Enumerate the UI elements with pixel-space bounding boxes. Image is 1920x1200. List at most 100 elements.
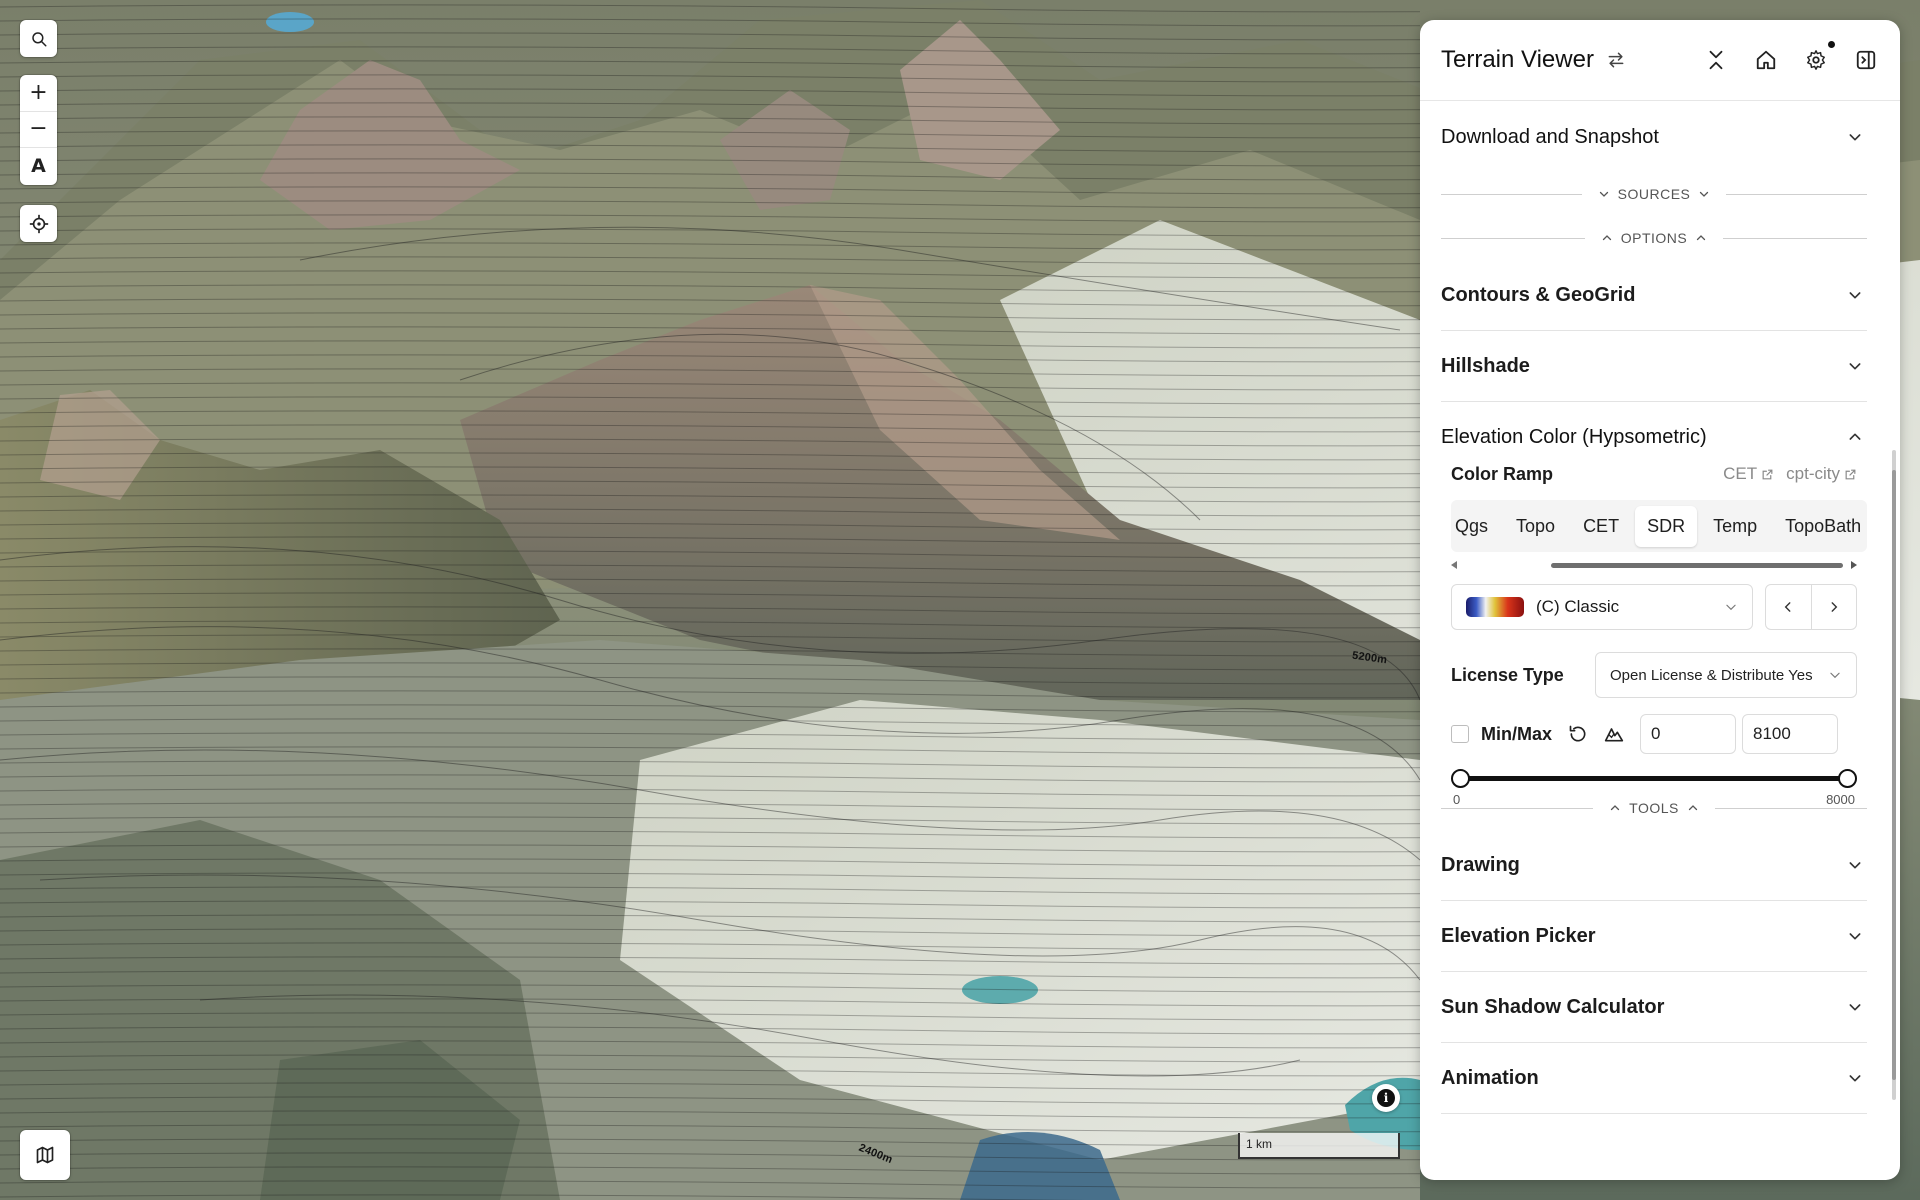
tabs-scrollbar[interactable] (1451, 558, 1857, 572)
minmax-label: Min/Max (1481, 723, 1553, 744)
options-divider: OPTIONS (1441, 216, 1868, 260)
link-label: CET (1723, 464, 1758, 483)
ramp-swatch (1466, 597, 1524, 617)
panel-title: Terrain Viewer (1441, 46, 1594, 73)
external-link-icon (1762, 469, 1773, 479)
ramp-nav (1765, 584, 1857, 630)
section-label: Drawing (1441, 853, 1520, 876)
min-input[interactable]: 0 (1640, 714, 1737, 754)
ramp-select-value: (C) Classic (1536, 597, 1620, 616)
section-label: Download and Snapshot (1441, 125, 1659, 148)
tab-topobath[interactable]: TopoBath (1773, 506, 1867, 547)
chevron-up-icon (1602, 235, 1611, 241)
section-contours-geogrid[interactable]: Contours & GeoGrid (1441, 260, 1867, 331)
tools-divider: TOOLS (1441, 786, 1868, 830)
section-elevation-picker[interactable]: Elevation Picker (1441, 901, 1867, 972)
tools-toggle[interactable]: TOOLS (1609, 800, 1699, 816)
section-label: Hillshade (1441, 354, 1530, 377)
slider-min-handle[interactable] (1451, 769, 1470, 788)
panel-header: Terrain Viewer (1420, 20, 1900, 101)
chevron-up-icon (1611, 805, 1620, 811)
prev-ramp-button[interactable] (1766, 585, 1812, 629)
scroll-left-arrow[interactable] (1451, 561, 1457, 569)
tools-label: TOOLS (1629, 800, 1679, 816)
chevron-down-icon (1849, 134, 1861, 141)
slider-max-tick: 8000 (1826, 792, 1855, 807)
chevron-down-icon (1700, 191, 1709, 197)
section-download-snapshot[interactable]: Download and Snapshot (1441, 102, 1867, 172)
max-input[interactable]: 8100 (1742, 714, 1839, 754)
cet-link[interactable]: CET (1723, 464, 1774, 484)
home-icon[interactable] (1755, 49, 1777, 71)
section-hillshade[interactable]: Hillshade (1441, 331, 1867, 402)
map-icon (36, 1146, 54, 1164)
tab-qgs[interactable]: Qgs (1453, 506, 1500, 547)
chevron-left-icon (1784, 602, 1791, 612)
license-value: Open License & Distribute Yes (1610, 666, 1813, 684)
chevron-down-icon (1849, 292, 1861, 299)
minus-icon: − (29, 116, 48, 142)
search-button[interactable] (20, 20, 57, 57)
compass-icon: A (31, 155, 46, 178)
cpt-city-link[interactable]: cpt-city (1786, 464, 1857, 484)
external-link-icon (1845, 469, 1856, 479)
zoom-controls: + − A (20, 75, 57, 185)
gear-icon (1807, 50, 1825, 70)
license-row: License Type Open License & Distribute Y… (1451, 652, 1857, 698)
scroll-right-arrow[interactable] (1851, 561, 1857, 569)
panel-body: Download and Snapshot SOURCES OPTIONS Co… (1441, 102, 1868, 1180)
section-label: Elevation Picker (1441, 924, 1596, 947)
next-ramp-button[interactable] (1812, 585, 1857, 629)
chevron-down-icon (1849, 933, 1861, 940)
sources-label: SOURCES (1617, 186, 1691, 202)
chevron-down-icon (1599, 191, 1608, 197)
attribution-button[interactable]: i (1372, 1084, 1400, 1112)
zoom-out-button[interactable]: − (20, 112, 57, 149)
scroll-thumb[interactable] (1551, 563, 1843, 568)
sources-toggle[interactable]: SOURCES (1598, 186, 1711, 202)
ramp-tabs: Qgs Topo CET SDR Temp TopoBath (1451, 500, 1867, 552)
sidebar-toggle-icon[interactable] (1855, 49, 1877, 71)
basemap-button[interactable] (20, 1130, 70, 1180)
ramp-select[interactable]: (C) Classic (1451, 584, 1753, 630)
tab-topo[interactable]: Topo (1504, 506, 1567, 547)
section-drawing[interactable]: Drawing (1441, 830, 1867, 901)
link-label: cpt-city (1786, 464, 1840, 483)
slider-max-handle[interactable] (1838, 769, 1857, 788)
minmax-checkbox[interactable] (1451, 725, 1469, 743)
chevron-down-icon (1849, 1004, 1861, 1011)
zoom-in-button[interactable]: + (20, 75, 57, 112)
color-ramp-label: Color Ramp (1451, 463, 1554, 484)
mountain-range-icon[interactable] (1604, 724, 1624, 744)
panel-scrollbar-thumb[interactable] (1892, 470, 1896, 1080)
license-select[interactable]: Open License & Distribute Yes (1595, 652, 1857, 698)
chevron-down-icon (1726, 604, 1736, 611)
tab-sdr[interactable]: SDR (1635, 505, 1698, 547)
collapse-icon[interactable] (1705, 49, 1727, 71)
elevation-range-slider[interactable] (1451, 766, 1857, 790)
slider-min-tick: 0 (1453, 792, 1461, 807)
settings-button[interactable] (1805, 41, 1835, 71)
locate-button[interactable] (20, 205, 57, 242)
section-sun-shadow[interactable]: Sun Shadow Calculator (1441, 972, 1867, 1043)
reset-north-button[interactable]: A (20, 148, 57, 185)
scale-bar: 1 km (1238, 1133, 1400, 1159)
chevron-right-icon (1831, 602, 1838, 612)
tab-temp[interactable]: Temp (1701, 506, 1769, 547)
search-icon (31, 31, 46, 46)
reset-icon[interactable] (1568, 724, 1588, 744)
slider-rail (1461, 776, 1847, 781)
section-label: Contours & GeoGrid (1441, 283, 1636, 306)
chevron-down-icon (1849, 862, 1861, 869)
license-label: License Type (1451, 664, 1564, 685)
section-label: Animation (1441, 1066, 1539, 1089)
chevron-down-icon (1849, 363, 1861, 370)
crosshair-icon (29, 214, 48, 233)
options-toggle[interactable]: OPTIONS (1601, 230, 1708, 246)
tab-cet[interactable]: CET (1571, 506, 1631, 547)
section-animation[interactable]: Animation (1441, 1043, 1867, 1114)
chevron-up-icon (1697, 235, 1706, 241)
section-label: Sun Shadow Calculator (1441, 995, 1665, 1018)
swap-icon[interactable] (1606, 50, 1626, 70)
chevron-up-icon (1688, 805, 1698, 811)
